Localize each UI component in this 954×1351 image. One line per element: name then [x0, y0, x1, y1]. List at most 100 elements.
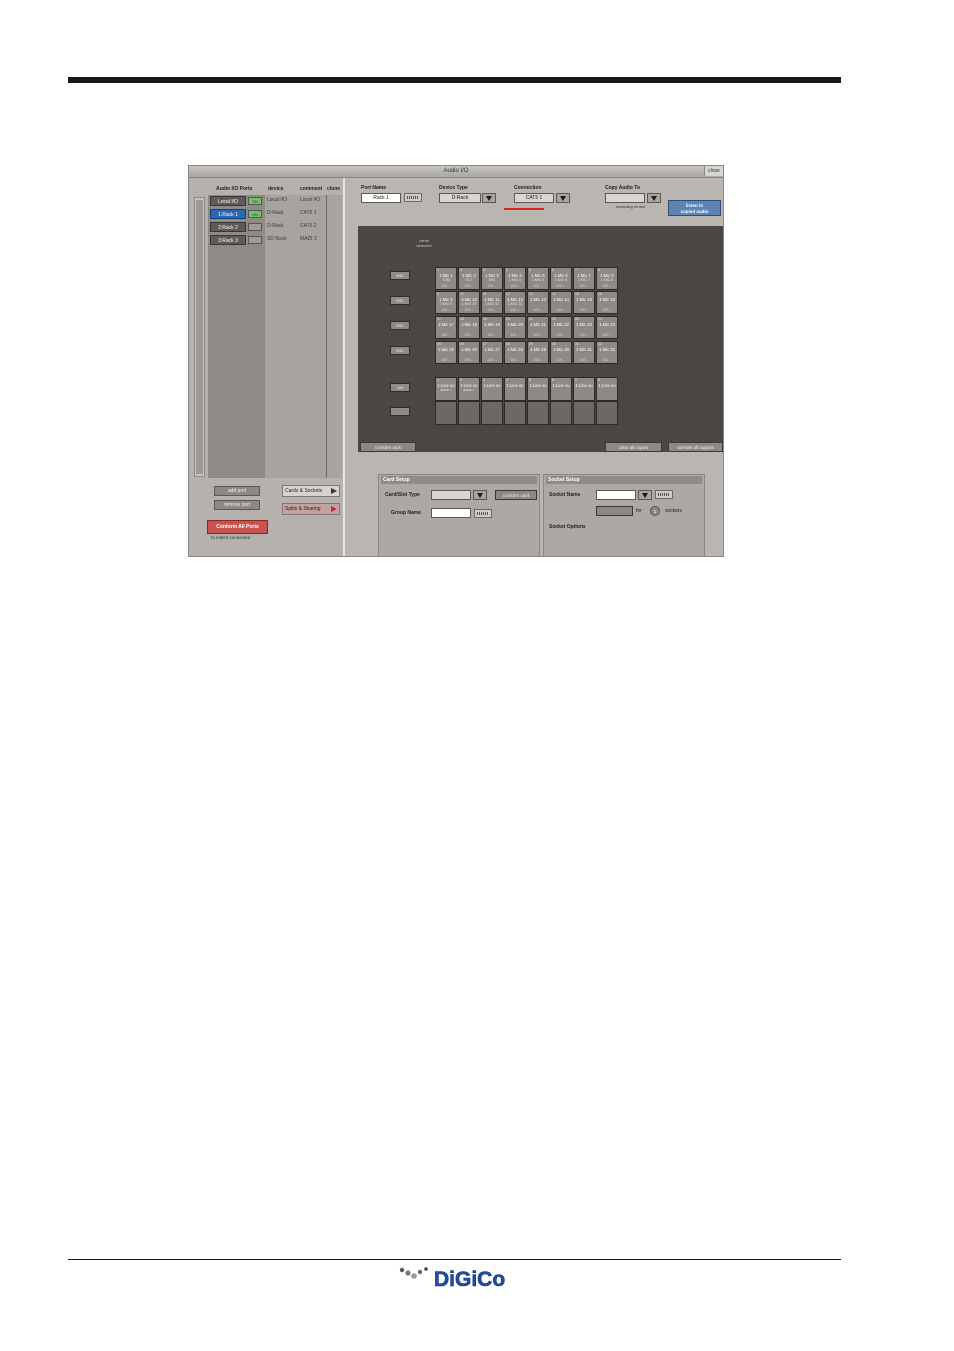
input-socket[interactable]: 28 1:Mic 28 100 -- — [504, 341, 526, 364]
input-socket[interactable]: 22 1:Mic 22 100 -- — [550, 316, 572, 339]
socket-name-field[interactable] — [596, 490, 636, 500]
input-socket[interactable]: 27 1:Mic 27 100 -- — [481, 341, 503, 364]
input-socket[interactable]: 2 1:Mic 2 OCT 100 -- — [458, 267, 480, 290]
card-type-button[interactable]: MIC — [390, 271, 410, 280]
chevron-down-icon[interactable] — [556, 193, 570, 203]
splits-sharing-button[interactable]: Splits & Sharing — [282, 503, 340, 515]
input-socket[interactable]: 9 1:Mic 9 1:MIC 9 100 -- — [435, 291, 457, 314]
input-socket[interactable]: 16 1:Mic 16 100 -- — [596, 291, 618, 314]
port-name-button[interactable]: Local I/O — [210, 196, 246, 206]
socket-gain: 100 -- — [464, 284, 474, 288]
input-socket[interactable]: 11 1:Mic 11 1:MIC 11 100 -- — [481, 291, 503, 314]
output-socket[interactable]: 8 1:Line ou — [596, 377, 618, 401]
input-socket[interactable]: 26 1:Mic 26 100 -- — [458, 341, 480, 364]
empty-socket[interactable] — [481, 401, 503, 425]
empty-socket[interactable] — [527, 401, 549, 425]
cards-sockets-button[interactable]: Cards & Sockets — [282, 485, 340, 497]
output-socket[interactable]: 1 1:Line ou stack = — [435, 377, 457, 401]
input-socket[interactable]: 25 1:Mic 25 100 -- — [435, 341, 457, 364]
keyboard-icon[interactable] — [655, 490, 673, 499]
output-socket[interactable]: 4 1:Line ou — [504, 377, 526, 401]
port-status-led[interactable] — [248, 223, 262, 231]
port-name-field[interactable]: Rack 1 — [361, 193, 401, 203]
empty-socket[interactable] — [458, 401, 480, 425]
input-socket[interactable]: 15 1:Mic 15 100 -- — [573, 291, 595, 314]
port-row[interactable]: Local I/O ON Local I/O Local I/O — [208, 195, 342, 207]
input-socket[interactable]: 6 1:Mic 6 1:MIC 6 100 -- — [550, 267, 572, 290]
input-socket[interactable]: 14 1:Mic 14 100 -- — [550, 291, 572, 314]
card-setup-title: Card Setup — [381, 476, 537, 484]
card-type-button[interactable]: MIC — [390, 296, 410, 305]
socket-sublabel: OCT — [465, 278, 473, 282]
port-comment: Local I/O — [300, 197, 321, 203]
input-socket[interactable]: 19 1:Mic 19 100 -- — [481, 316, 503, 339]
empty-socket[interactable] — [573, 401, 595, 425]
input-socket[interactable]: 23 1:Mic 23 100 -- — [573, 316, 595, 339]
output-socket[interactable]: 6 1:Line ou — [550, 377, 572, 401]
connection-select[interactable]: CAT5 1 — [514, 193, 554, 203]
clear-copies-button[interactable]: clear all copies — [605, 442, 662, 452]
input-socket[interactable]: 18 1:Mic 18 100 -- — [458, 316, 480, 339]
card-type-button[interactable]: LIN — [390, 383, 410, 392]
add-port-button[interactable]: add port — [214, 486, 260, 496]
keyboard-icon[interactable] — [404, 193, 422, 202]
input-socket[interactable]: 17 1:Mic 17 100 -- — [435, 316, 457, 339]
input-socket[interactable]: 1 1:Mic 1 TOM 100 -- — [435, 267, 457, 290]
scrollbar-thumb[interactable] — [196, 200, 203, 474]
apply-socket-button[interactable] — [596, 506, 633, 516]
empty-socket[interactable] — [550, 401, 572, 425]
remove-port-button[interactable]: remove port — [214, 500, 260, 510]
output-socket[interactable]: 3 1:Line ou — [481, 377, 503, 401]
empty-socket[interactable] — [596, 401, 618, 425]
input-socket[interactable]: 24 1:Mic 24 100 -- — [596, 316, 618, 339]
input-socket[interactable]: 30 1:Mic 30 100 -- — [550, 341, 572, 364]
card-type-button[interactable] — [390, 407, 410, 416]
input-socket[interactable]: 29 1:Mic 29 100 -- — [527, 341, 549, 364]
input-socket[interactable]: 32 1:Mic 32 100 -- — [596, 341, 618, 364]
input-socket[interactable]: 12 1:Mic 12 1:MIC 12 100 -- — [504, 291, 526, 314]
conform-all-ports-button[interactable]: Conform All Ports — [207, 520, 268, 534]
input-socket[interactable]: 4 1:Mic 4 1:MIC 4 100 -- — [504, 267, 526, 290]
ports-scrollbar[interactable] — [194, 197, 205, 477]
chevron-down-icon[interactable] — [638, 490, 652, 500]
chevron-down-icon[interactable] — [647, 193, 661, 203]
empty-socket[interactable] — [435, 401, 457, 425]
output-socket[interactable]: 7 1:Line ou — [573, 377, 595, 401]
copy-audio-select[interactable] — [605, 193, 645, 203]
port-row[interactable]: 2:Rack 2 D-Rack CAT5 2 — [208, 221, 342, 233]
port-name-button[interactable]: 2:Rack 2 — [210, 222, 246, 232]
empty-socket[interactable] — [504, 401, 526, 425]
port-row[interactable]: 1:Rack 1 ON D-Rack CAT5 1 — [208, 208, 342, 220]
input-socket[interactable]: 10 1:Mic 10 1:MIC 10 100 -- — [458, 291, 480, 314]
input-socket[interactable]: 3 1:Mic 3 SN1 100 -- — [481, 267, 503, 290]
port-row[interactable]: 3:Rack 3 SD Rack MADI 3 — [208, 234, 342, 246]
port-name-button[interactable]: 3:Rack 3 — [210, 235, 246, 245]
input-socket[interactable]: 7 1:Mic 7 1:MIC 7 100 -- — [573, 267, 595, 290]
port-status-led[interactable] — [248, 236, 262, 244]
output-socket[interactable]: 2 1:Line ou stack = — [458, 377, 480, 401]
conform-card-button[interactable]: conform card — [495, 490, 537, 500]
input-socket[interactable]: 5 1:Mic 5 1:MIC 5 100 -- — [527, 267, 549, 290]
close-button[interactable]: close — [704, 166, 723, 176]
card-type-button[interactable]: MIC — [390, 346, 410, 355]
keyboard-icon[interactable] — [474, 509, 492, 518]
input-socket[interactable]: 20 1:Mic 20 100 -- — [504, 316, 526, 339]
listen-copied-audio-button[interactable]: listen to copied audio — [668, 200, 721, 216]
device-type-select[interactable]: D-Rack — [439, 193, 481, 203]
input-socket[interactable]: 21 1:Mic 21 100 -- — [527, 316, 549, 339]
chevron-down-icon[interactable] — [473, 490, 487, 500]
port-name-button[interactable]: 1:Rack 1 — [210, 209, 246, 219]
slot-type-select[interactable] — [431, 490, 471, 500]
port-status-led[interactable]: ON — [248, 197, 262, 205]
input-socket[interactable]: 13 1:Mic 13 100 -- — [527, 291, 549, 314]
unmute-outputs-button[interactable]: unmute all outputs — [668, 442, 723, 452]
input-socket[interactable]: 31 1:Mic 31 100 -- — [573, 341, 595, 364]
port-status-led[interactable]: ON — [248, 210, 262, 218]
chevron-down-icon[interactable] — [482, 193, 496, 203]
input-socket[interactable]: 8 1:Mic 8 1:MIC 8 100 -- — [596, 267, 618, 290]
output-socket[interactable]: 5 1:Line ou — [527, 377, 549, 401]
socket-count[interactable]: 1 — [650, 506, 660, 516]
group-name-field[interactable] — [431, 508, 471, 518]
card-type-button[interactable]: MIC — [390, 321, 410, 330]
conform-rack-button[interactable]: conform rack — [360, 442, 416, 452]
